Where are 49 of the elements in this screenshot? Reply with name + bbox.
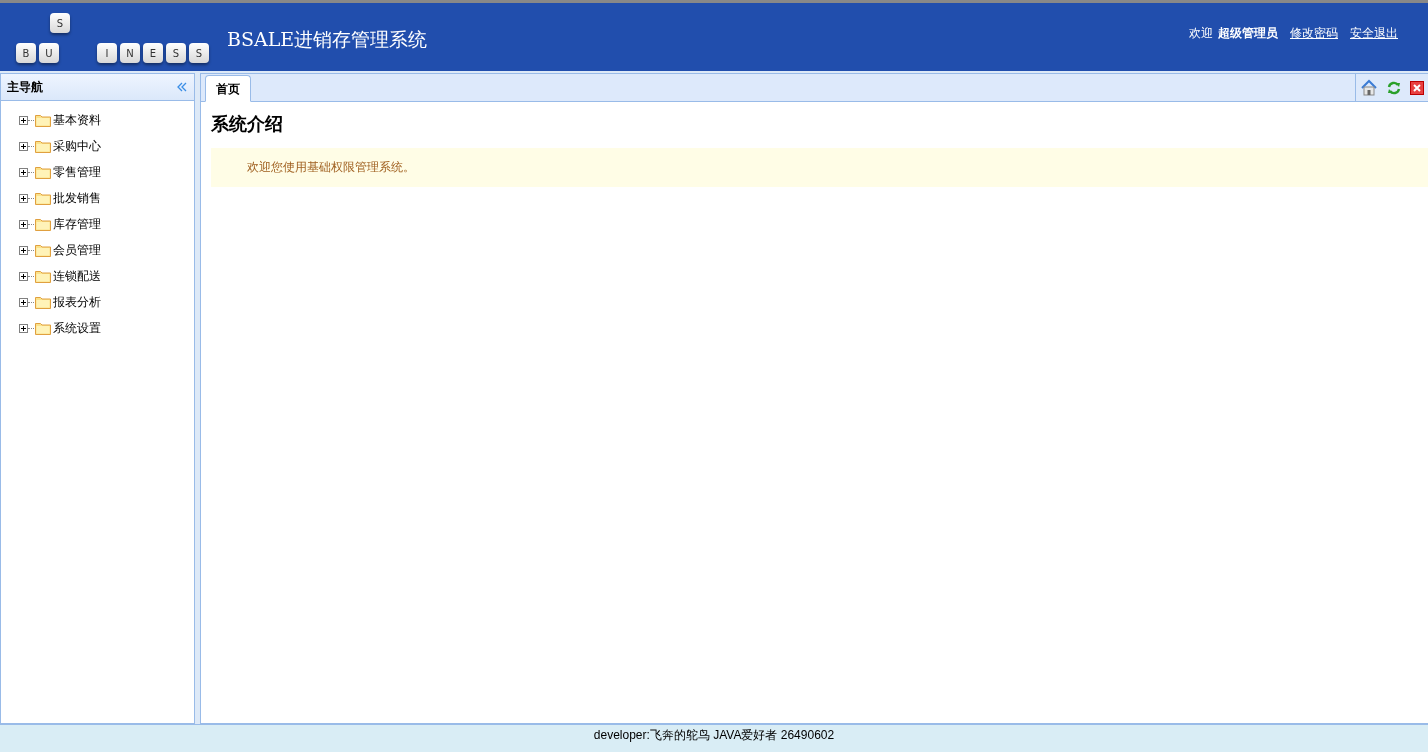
close-icon[interactable] xyxy=(1410,80,1424,95)
welcome-text: 欢迎 xyxy=(1189,24,1213,42)
expander-icon[interactable] xyxy=(19,115,28,125)
folder-icon xyxy=(35,139,51,153)
tree-item[interactable]: 采购中心 xyxy=(19,133,194,159)
section-heading: 系统介绍 xyxy=(211,112,284,136)
letter-die: E xyxy=(143,43,163,63)
home-icon[interactable] xyxy=(1360,78,1378,97)
tab[interactable]: 首页 xyxy=(205,75,251,102)
tree-item[interactable]: 报表分析 xyxy=(19,289,194,315)
tree-item[interactable]: 库存管理 xyxy=(19,211,194,237)
expander-icon[interactable] xyxy=(19,323,28,333)
tree-item[interactable]: 连锁配送 xyxy=(19,263,194,289)
refresh-icon[interactable] xyxy=(1386,79,1402,96)
expander-icon[interactable] xyxy=(19,167,28,177)
developer-credit: developer:飞奔的鸵鸟 JAVA爱好者 26490602 xyxy=(593,727,835,744)
letter-die: S xyxy=(50,13,70,33)
folder-icon xyxy=(35,191,51,205)
folder-icon xyxy=(35,295,51,309)
tree-item[interactable]: 批发销售 xyxy=(19,185,194,211)
folder-icon xyxy=(35,243,51,257)
expander-icon[interactable] xyxy=(19,245,28,255)
expander-icon[interactable] xyxy=(19,193,28,203)
letter-die: I xyxy=(97,43,117,63)
collapse-icon[interactable] xyxy=(176,81,188,93)
tree-item[interactable]: 会员管理 xyxy=(19,237,194,263)
folder-icon xyxy=(35,321,51,335)
folder-icon xyxy=(35,113,51,127)
app-title: BSALE进销存管理系统 xyxy=(227,27,428,52)
letter-die: S xyxy=(189,43,209,63)
tree-item[interactable]: 基本资料 xyxy=(19,107,194,133)
folder-icon xyxy=(35,165,51,179)
tree-item[interactable]: 系统设置 xyxy=(19,315,194,341)
header-link[interactable]: 修改密码 xyxy=(1290,24,1338,42)
folder-icon xyxy=(35,217,51,231)
expander-icon[interactable] xyxy=(19,271,28,281)
tree-item[interactable]: 零售管理 xyxy=(19,159,194,185)
letter-die: U xyxy=(39,43,59,63)
folder-icon xyxy=(35,269,51,283)
expander-icon[interactable] xyxy=(19,219,28,229)
header-link[interactable]: 安全退出 xyxy=(1350,24,1398,42)
letter-die: N xyxy=(120,43,140,63)
letter-die: S xyxy=(166,43,186,63)
expander-icon[interactable] xyxy=(19,297,28,307)
expander-icon[interactable] xyxy=(19,141,28,151)
user-name: 超级管理员 xyxy=(1218,24,1278,42)
panel-title: 主导航 xyxy=(7,78,43,96)
letter-die: B xyxy=(16,43,36,63)
welcome-message: 欢迎您使用基础权限管理系统。 xyxy=(247,160,415,174)
